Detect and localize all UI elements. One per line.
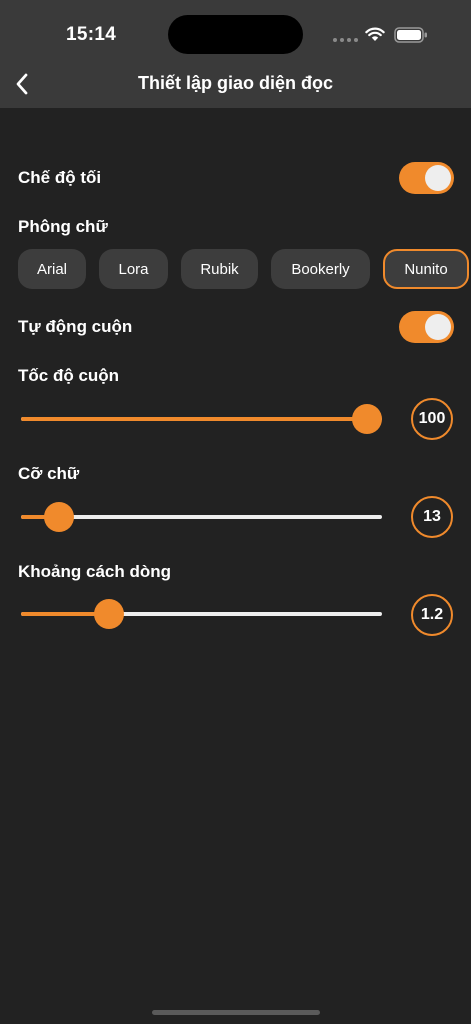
home-indicator (152, 1010, 320, 1015)
scroll-speed-slider[interactable] (21, 404, 382, 434)
signal-dots-icon (333, 38, 358, 42)
dark-mode-toggle[interactable] (399, 162, 454, 194)
toggle-knob (425, 314, 451, 340)
slider-thumb[interactable] (352, 404, 382, 434)
font-label: Phông chữ (18, 217, 108, 236)
font-size-value: 13 (411, 496, 453, 538)
font-chip-arial[interactable]: Arial (18, 249, 86, 289)
slider-track (21, 515, 382, 519)
line-spacing-label: Khoảng cách dòng (18, 562, 171, 581)
slider-thumb[interactable] (93, 599, 124, 629)
header-bar: 15:14 Thiết lập giao diện đọc (0, 0, 471, 108)
slider-thumb[interactable] (44, 502, 75, 532)
auto-scroll-toggle[interactable] (399, 311, 454, 343)
wifi-icon (365, 27, 385, 41)
dynamic-island (168, 15, 303, 54)
status-time: 15:14 (66, 24, 117, 45)
line-spacing-slider[interactable] (21, 599, 382, 629)
toggle-knob (425, 165, 451, 191)
font-size-slider[interactable] (21, 502, 382, 532)
font-size-label: Cỡ chữ (18, 464, 80, 483)
font-chip-rubik[interactable]: Rubik (181, 249, 258, 289)
battery-icon (394, 27, 427, 43)
font-chip-bookerly[interactable]: Bookerly (271, 249, 370, 289)
line-spacing-value: 1.2 (411, 594, 453, 636)
page-title: Thiết lập giao diện đọc (137, 73, 333, 93)
dark-mode-label: Chế độ tối (18, 168, 102, 187)
font-options: Arial Lora Rubik Bookerly Nunito (18, 249, 471, 289)
scroll-speed-label: Tốc độ cuộn (18, 366, 120, 385)
slider-fill (21, 417, 367, 421)
scroll-speed-value: 100 (411, 398, 453, 440)
font-chip-lora[interactable]: Lora (99, 249, 168, 289)
font-chip-nunito[interactable]: Nunito (383, 249, 469, 289)
auto-scroll-label: Tự động cuộn (18, 317, 133, 336)
